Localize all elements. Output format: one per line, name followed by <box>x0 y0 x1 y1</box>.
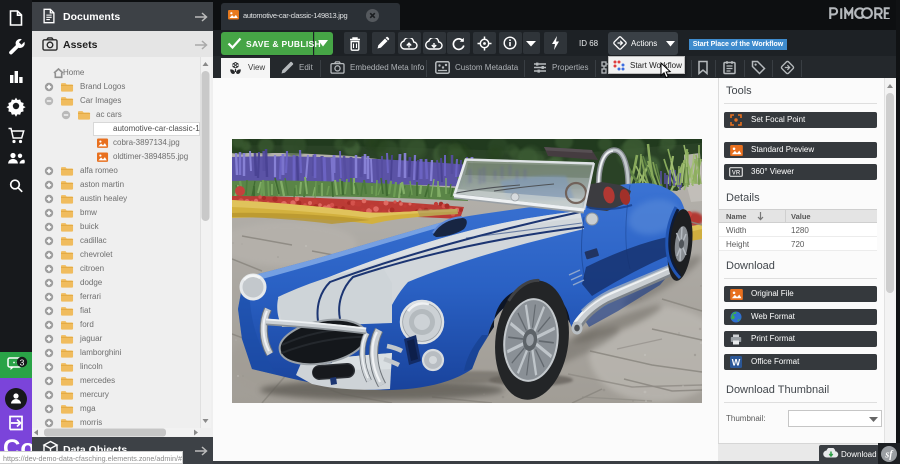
svg-text:W: W <box>732 357 741 367</box>
svg-text:3: 3 <box>20 357 25 367</box>
svg-text:VR: VR <box>732 170 741 176</box>
